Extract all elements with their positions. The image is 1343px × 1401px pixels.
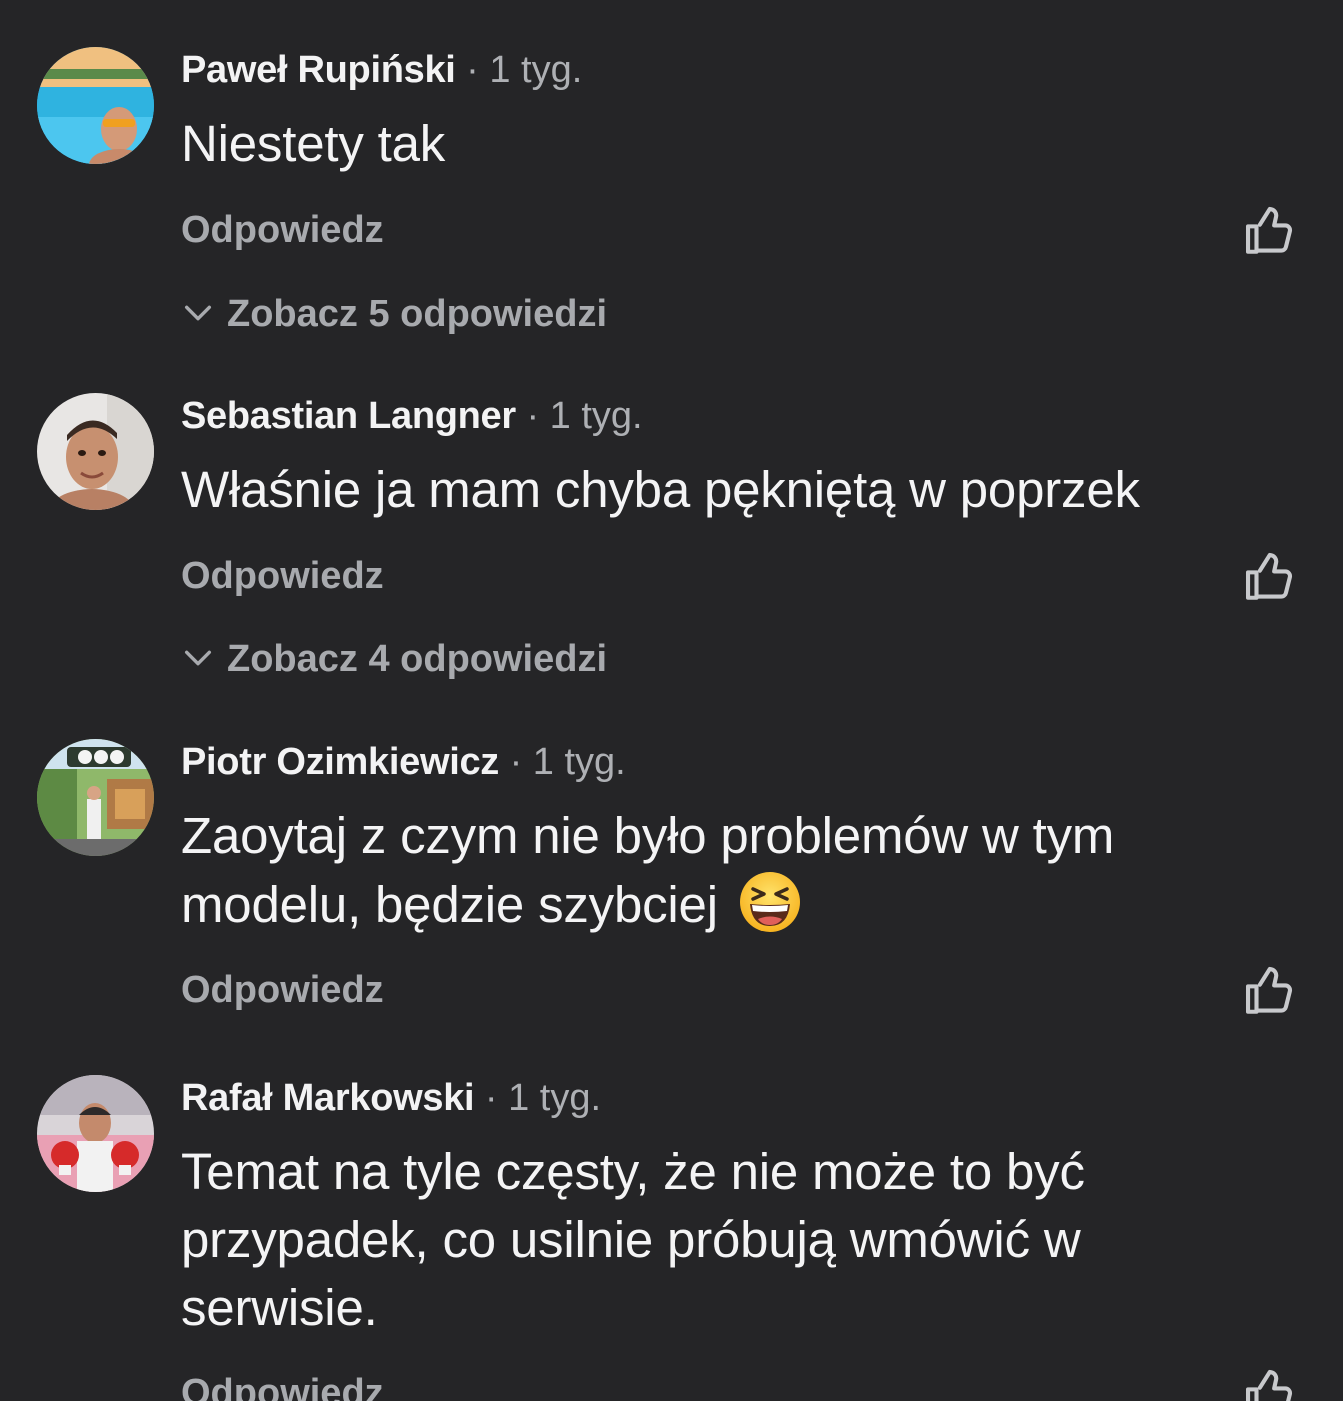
- author-name[interactable]: Piotr Ozimkiewicz: [181, 741, 499, 783]
- avatar-pool-sunglasses-icon: [37, 47, 154, 164]
- view-replies-button[interactable]: Zobacz 5 odpowiedzi: [181, 292, 607, 336]
- thumbs-up-icon: [1245, 206, 1293, 254]
- chevron-down-icon: [184, 305, 212, 321]
- chevron-down-icon: [184, 650, 212, 666]
- reply-button[interactable]: Odpowiedz: [181, 1371, 384, 1401]
- comment-text: Temat na tyle częsty, że nie może to być…: [181, 1138, 1261, 1342]
- comment-timestamp: · 1 tyg.: [484, 1077, 602, 1119]
- avatar-boxing-icon: [37, 1075, 154, 1192]
- author-name[interactable]: Rafał Markowski: [181, 1077, 475, 1119]
- view-replies-button[interactable]: Zobacz 4 odpowiedzi: [181, 637, 607, 681]
- avatar[interactable]: [37, 1075, 154, 1192]
- comment-text-line: serwisie.: [181, 1279, 378, 1336]
- avatar-selfie-icon: [37, 393, 154, 510]
- author-name[interactable]: Sebastian Langner: [181, 395, 516, 437]
- comment-text-line: Zaoytaj z czym nie było problemów w tym: [181, 807, 1115, 864]
- comment-text: Właśnie ja mam chyba pękniętą w poprzek: [181, 461, 1140, 518]
- view-replies-label: Zobacz 4 odpowiedzi: [227, 638, 608, 680]
- comment-timestamp: · 1 tyg.: [466, 49, 583, 91]
- avatar-garden-icon: [37, 739, 154, 856]
- comment-text: Niestety tak: [181, 115, 446, 172]
- like-button[interactable]: [1242, 961, 1300, 1019]
- view-replies-label: Zobacz 5 odpowiedzi: [227, 293, 608, 335]
- thumbs-up-icon: [1245, 552, 1293, 600]
- avatar[interactable]: [37, 393, 154, 510]
- author-name[interactable]: Paweł Rupiński: [181, 49, 456, 91]
- comment-text-line: modelu, będzie szybciej: [181, 870, 1261, 939]
- comment-header: Rafał Markowski · 1 tyg.: [181, 1076, 601, 1120]
- avatar[interactable]: [37, 47, 154, 164]
- avatar[interactable]: [37, 739, 154, 856]
- like-button[interactable]: [1242, 201, 1300, 259]
- comment-header: Piotr Ozimkiewicz · 1 tyg.: [181, 740, 626, 784]
- comment-text-line: przypadek, co usilnie próbują wmówić w: [181, 1211, 1081, 1268]
- thumbs-up-icon: [1245, 1369, 1293, 1401]
- comment-header: Sebastian Langner · 1 tyg.: [181, 394, 643, 438]
- comment-text-line-content: modelu, będzie szybciej: [181, 876, 718, 933]
- reply-button[interactable]: Odpowiedz: [181, 968, 384, 1012]
- reply-button[interactable]: Odpowiedz: [181, 554, 384, 598]
- comment-header: Paweł Rupiński · 1 tyg.: [181, 48, 582, 92]
- reply-button[interactable]: Odpowiedz: [181, 208, 384, 252]
- grinning-squinting-face-emoji-icon: [739, 872, 800, 932]
- comment-timestamp: · 1 tyg.: [526, 395, 643, 437]
- comment-text-line: Temat na tyle częsty, że nie może to być: [181, 1143, 1085, 1200]
- like-button[interactable]: [1242, 1364, 1300, 1401]
- like-button[interactable]: [1242, 547, 1300, 605]
- thumbs-up-icon: [1245, 966, 1293, 1014]
- comments-screen: Paweł Rupiński · 1 tyg. Niestety tak Odp…: [0, 0, 1343, 1401]
- comment-timestamp: · 1 tyg.: [509, 741, 626, 783]
- comment-text: Zaoytaj z czym nie było problemów w tym …: [181, 802, 1261, 939]
